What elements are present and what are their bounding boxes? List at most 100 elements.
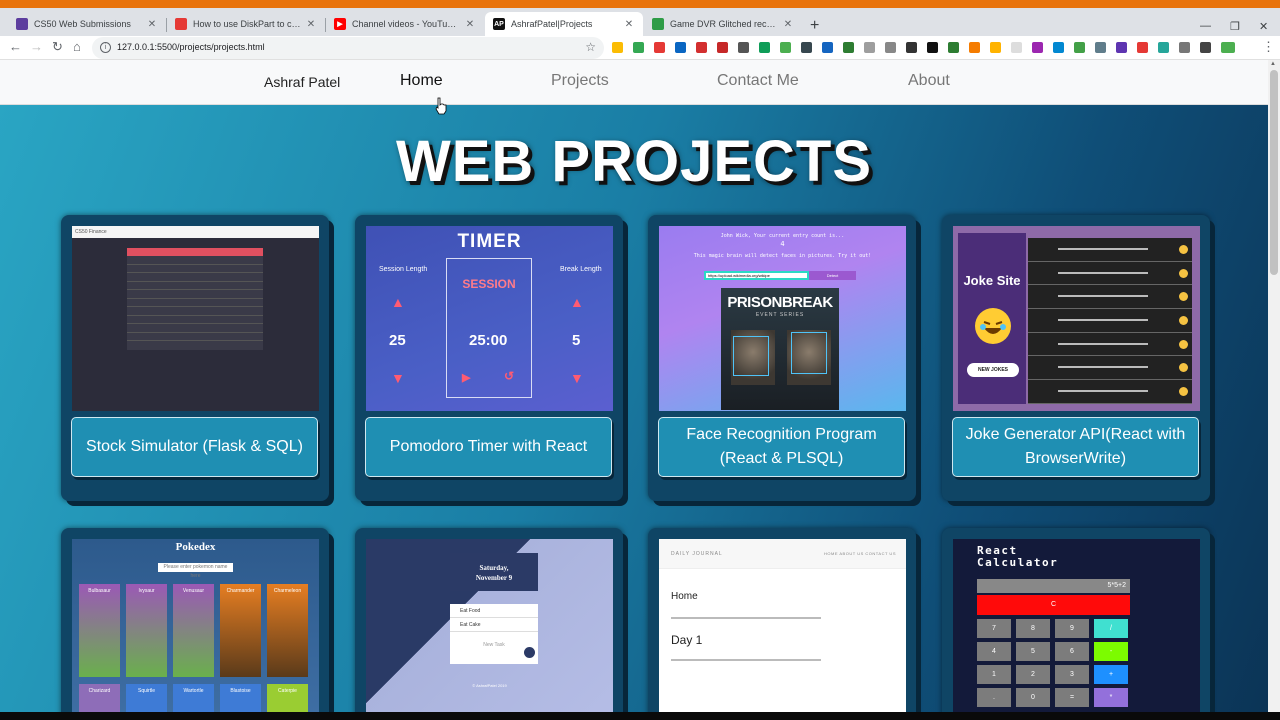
project-card-calendar: Saturday, November 9 Eat Food Eat Cake N… bbox=[355, 528, 623, 712]
scroll-up-icon[interactable]: ▲ bbox=[1270, 61, 1276, 67]
back-icon[interactable] bbox=[927, 42, 938, 53]
break-down-icon: ▼ bbox=[570, 370, 584, 386]
mic-icon[interactable] bbox=[885, 42, 896, 53]
face-recognition-screenshot[interactable]: John Wick, Your current entry count is..… bbox=[659, 226, 906, 411]
profile-icon[interactable] bbox=[1221, 42, 1235, 53]
calculator-key: 7 bbox=[977, 619, 1011, 638]
project-card-face: John Wick, Your current entry count is..… bbox=[648, 215, 916, 501]
info-icon[interactable]: i bbox=[100, 42, 111, 53]
project-button-pomodoro[interactable]: Pomodoro Timer with React bbox=[365, 417, 612, 477]
ext-icon[interactable] bbox=[1095, 42, 1106, 53]
ext-icon[interactable] bbox=[843, 42, 854, 53]
power-icon[interactable] bbox=[1179, 42, 1190, 53]
site-brand[interactable]: Ashraf Patel bbox=[264, 74, 340, 90]
close-tab-icon[interactable]: ✕ bbox=[146, 19, 158, 30]
opera-icon[interactable] bbox=[696, 42, 707, 53]
journal-header: DAILY JOURNAL HOME ABOUT US CONTACT US bbox=[659, 539, 906, 569]
restore-icon[interactable]: ❐ bbox=[1230, 20, 1240, 33]
page-scrollbar[interactable]: ▲ bbox=[1268, 60, 1280, 712]
tab-projects-active[interactable]: AP AshrafPatel|Projects ✕ bbox=[485, 12, 643, 36]
tab-title: Channel videos - YouTube Studio bbox=[352, 19, 460, 29]
pokemon-card: Caterpie bbox=[267, 684, 308, 712]
translate-icon[interactable] bbox=[822, 42, 833, 53]
grammarly-icon[interactable] bbox=[759, 42, 770, 53]
calculator-screenshot[interactable]: React Calculator 5*5+2 C 7 8 9 / 4 5 6- 1 2 3 +. 0 =… bbox=[953, 539, 1200, 712]
hand-cursor-icon bbox=[435, 97, 447, 115]
linkedin-icon[interactable] bbox=[675, 42, 686, 53]
face-intro-text: This magic brain will detect faces in pi… bbox=[693, 253, 872, 259]
nav-contact[interactable]: Contact Me bbox=[717, 72, 799, 90]
ap-favicon-icon: AP bbox=[493, 18, 505, 30]
tab-title: How to use DiskPart to clean and... bbox=[193, 19, 301, 29]
tab-title: AshrafPatel|Projects bbox=[511, 19, 593, 29]
extension-icon[interactable] bbox=[738, 42, 749, 53]
tab-bar: CS50 Web Submissions ✕ How to use DiskPa… bbox=[0, 8, 1280, 36]
tab-cs50[interactable]: CS50 Web Submissions ✕ bbox=[8, 12, 166, 36]
pomodoro-timer-screenshot[interactable]: TIMER Session Length Break Length ▲ 25 ▼… bbox=[366, 226, 613, 411]
joke-generator-screenshot[interactable]: Joke Site NEW JOKES bbox=[953, 226, 1200, 411]
close-tab-icon[interactable]: ✕ bbox=[782, 19, 794, 30]
tab-diskpart[interactable]: How to use DiskPart to clean and... ✕ bbox=[167, 12, 325, 36]
break-length-label: Break Length bbox=[560, 266, 602, 273]
text-line bbox=[671, 659, 821, 661]
bookmark-star-icon[interactable]: ☆ bbox=[585, 40, 596, 54]
formula-icon[interactable] bbox=[906, 42, 917, 53]
nav-home[interactable]: Home bbox=[400, 72, 443, 90]
close-window-icon[interactable]: ✕ bbox=[1259, 20, 1268, 33]
pokemon-search: Please enter pokemon name here bbox=[158, 563, 233, 579]
sheets-icon[interactable] bbox=[633, 42, 644, 53]
pokemon-card: Charmeleon bbox=[267, 584, 308, 677]
nav-projects[interactable]: Projects bbox=[551, 72, 609, 90]
ext-icon[interactable] bbox=[1011, 42, 1022, 53]
daily-journal-screenshot[interactable]: DAILY JOURNAL HOME ABOUT US CONTACT US H… bbox=[659, 539, 906, 712]
back-arrow-icon[interactable]: ← bbox=[9, 40, 22, 54]
calculator-key: = bbox=[1055, 688, 1089, 707]
journal-heading: Day 1 bbox=[671, 633, 703, 647]
minimize-icon[interactable]: — bbox=[1200, 20, 1211, 32]
todo-list-screenshot[interactable]: Saturday, November 9 Eat Food Eat Cake N… bbox=[366, 539, 613, 712]
tab-title: Game DVR Glitched recording - M... bbox=[670, 19, 778, 29]
ext-icon[interactable] bbox=[1074, 42, 1085, 53]
ext-icon[interactable] bbox=[969, 42, 980, 53]
evernote-icon[interactable] bbox=[780, 42, 791, 53]
journal-brand: DAILY JOURNAL bbox=[671, 551, 723, 557]
scroll-thumb[interactable] bbox=[1270, 70, 1278, 275]
pokemon-card: Ivysaur bbox=[126, 584, 167, 677]
project-button-face[interactable]: Face Recognition Program (React & PLSQL) bbox=[658, 417, 905, 477]
close-tab-icon[interactable]: ✕ bbox=[623, 19, 635, 30]
calculator-key: 1 bbox=[977, 665, 1011, 684]
ext-icon[interactable] bbox=[864, 42, 875, 53]
nav-about[interactable]: About bbox=[908, 72, 950, 90]
pokedex-screenshot[interactable]: Pokedex Please enter pokemon name here B… bbox=[72, 539, 319, 712]
list-icon[interactable] bbox=[1200, 42, 1211, 53]
pdf-icon[interactable] bbox=[717, 42, 728, 53]
close-tab-icon[interactable]: ✕ bbox=[464, 19, 476, 30]
tab-youtube-studio[interactable]: ▶ Channel videos - YouTube Studio ✕ bbox=[326, 12, 484, 36]
cast-icon[interactable] bbox=[654, 42, 665, 53]
tab-game-dvr[interactable]: Game DVR Glitched recording - M... ✕ bbox=[644, 12, 802, 36]
ext-icon[interactable] bbox=[990, 42, 1001, 53]
ext-icon[interactable] bbox=[1053, 42, 1064, 53]
home-icon[interactable]: ⌂ bbox=[73, 40, 81, 54]
new-tab-button[interactable]: + bbox=[810, 18, 819, 34]
calculator-key: 6 bbox=[1055, 642, 1089, 661]
stock-simulator-screenshot[interactable]: CS50 Finance bbox=[72, 226, 319, 411]
project-button-stock[interactable]: Stock Simulator (Flask & SQL) bbox=[71, 417, 318, 477]
pokemon-card: Charizard bbox=[79, 684, 120, 712]
reload-icon[interactable]: ↻ bbox=[52, 40, 63, 54]
project-button-joke[interactable]: Joke Generator API(React with BrowserWri… bbox=[952, 417, 1199, 477]
forward-arrow-icon[interactable]: → bbox=[30, 40, 43, 54]
download-icon[interactable] bbox=[948, 42, 959, 53]
page-title: WEB PROJECTS bbox=[395, 129, 873, 194]
react-icon[interactable] bbox=[1158, 42, 1169, 53]
menu-kebab-icon[interactable]: ⋮ bbox=[1262, 40, 1275, 54]
drive-icon[interactable] bbox=[612, 42, 623, 53]
shield-icon[interactable] bbox=[1137, 42, 1148, 53]
ext-icon[interactable] bbox=[1116, 42, 1127, 53]
project-card-pomodoro: TIMER Session Length Break Length ▲ 25 ▼… bbox=[355, 215, 623, 501]
close-tab-icon[interactable]: ✕ bbox=[305, 19, 317, 30]
tab-icon[interactable] bbox=[801, 42, 812, 53]
journal-heading: Home bbox=[671, 591, 698, 602]
address-bar[interactable]: i 127.0.0.1:5500/projects/projects.html … bbox=[92, 37, 604, 59]
ext-icon[interactable] bbox=[1032, 42, 1043, 53]
